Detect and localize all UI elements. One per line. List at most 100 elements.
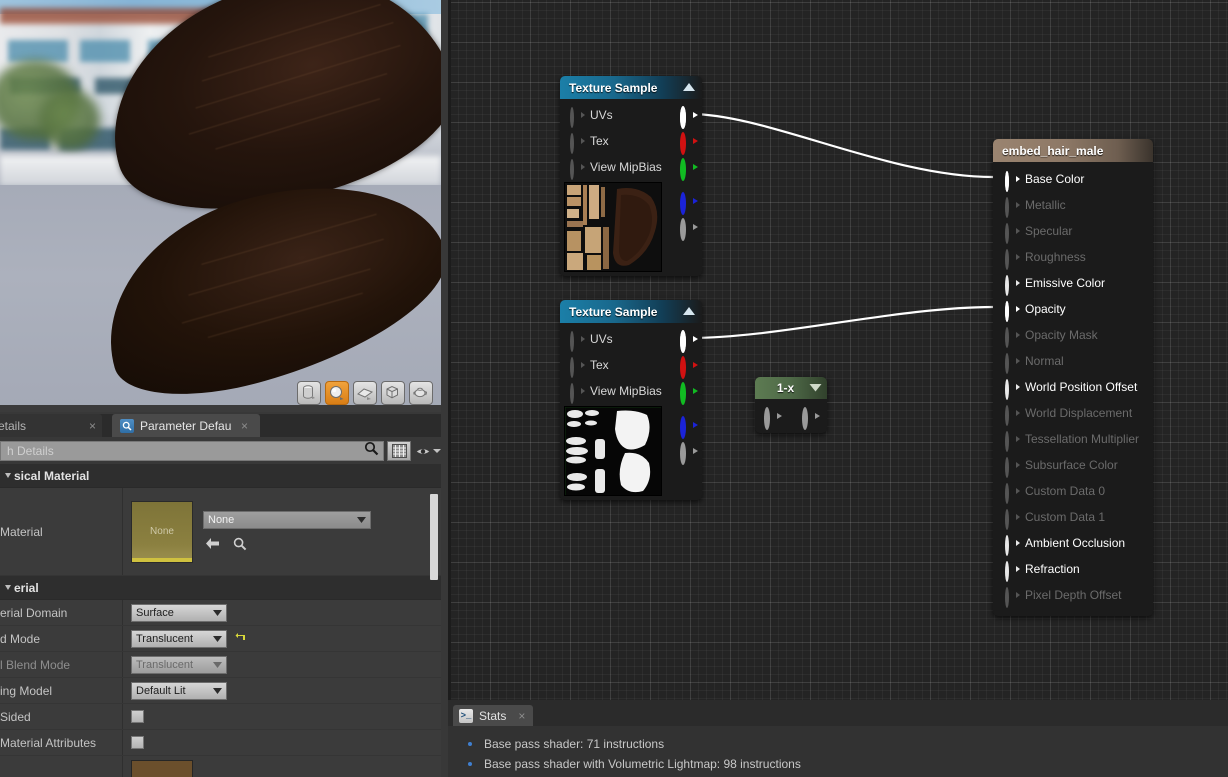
tab-details-close[interactable]: ×: [89, 419, 96, 433]
pin-row-world-position-offset[interactable]: World Position Offset: [993, 374, 1153, 400]
details-scrollbar[interactable]: [430, 494, 438, 580]
cylinder-primitive-button[interactable]: [297, 381, 321, 405]
input-pin-world-position-offset[interactable]: [1005, 379, 1020, 400]
pin-row-ambient-occlusion[interactable]: Ambient Occlusion: [993, 530, 1153, 556]
output-pin-b[interactable]: [680, 192, 698, 215]
material-preview-viewport[interactable]: [0, 0, 441, 412]
output-pin-r[interactable]: [680, 355, 698, 379]
input-pin-opacity-mask[interactable]: [1005, 327, 1020, 348]
pin-row-metallic[interactable]: Metallic: [993, 192, 1153, 218]
input-pin-subsurface-color[interactable]: [1005, 457, 1020, 478]
tab-details[interactable]: etails ×: [0, 414, 102, 437]
asset-picker-combo[interactable]: None: [203, 510, 371, 529]
input-pin-view-mipbias[interactable]: [570, 159, 585, 180]
output-pin-a[interactable]: [680, 442, 698, 465]
tab-parameter-defaults[interactable]: Parameter Defaults ×: [112, 414, 260, 437]
collapse-triangle-icon[interactable]: [682, 305, 696, 319]
browse-icon[interactable]: [231, 535, 249, 553]
tab-parameter-defaults-close[interactable]: ×: [241, 419, 248, 433]
pin-row-opacity[interactable]: Opacity: [993, 296, 1153, 322]
pin-row-subsurface-color[interactable]: Subsurface Color: [993, 452, 1153, 478]
cube-primitive-button[interactable]: [381, 381, 405, 405]
sphere-primitive-button[interactable]: [325, 381, 349, 405]
pin-row-normal[interactable]: Normal: [993, 348, 1153, 374]
pin-row-view-mipbias[interactable]: View MipBias: [560, 378, 702, 405]
pin-row-tex[interactable]: Tex: [560, 352, 702, 379]
input-pin-world-displacement[interactable]: [1005, 405, 1020, 426]
grid-view-icon[interactable]: [387, 441, 411, 461]
pin-row-uvs[interactable]: UVs: [560, 102, 702, 129]
back-arrow-icon[interactable]: [203, 535, 221, 553]
shading-model-combo[interactable]: Default Lit: [131, 681, 227, 700]
input-pin-uvs[interactable]: [570, 331, 585, 352]
output-pin-rgb[interactable]: [680, 105, 698, 129]
output-pin-g[interactable]: [680, 157, 698, 181]
pin-row-specular[interactable]: Specular: [993, 218, 1153, 244]
output-pin-one-minus[interactable]: [802, 407, 820, 430]
pin-row-uvs[interactable]: UVs: [560, 326, 702, 353]
input-pin-base-color[interactable]: [1005, 171, 1020, 192]
input-pin-metallic[interactable]: [1005, 197, 1020, 218]
two-sided-checkbox[interactable]: [131, 710, 144, 723]
pin-row-refraction[interactable]: Refraction: [993, 556, 1153, 582]
color-swatch[interactable]: [131, 760, 193, 777]
blend-mode-combo[interactable]: Translucent: [131, 629, 227, 648]
node-texture-sample-1[interactable]: Texture Sample UVs Tex View MipBias: [560, 76, 702, 276]
output-pin-a[interactable]: [680, 218, 698, 241]
teapot-primitive-button[interactable]: [409, 381, 433, 405]
pin-row-custom-data-1[interactable]: Custom Data 1: [993, 504, 1153, 530]
node-material-output[interactable]: embed_hair_male Base Color Metallic Spec…: [993, 139, 1153, 616]
input-pin-uvs[interactable]: [570, 107, 585, 128]
node-header[interactable]: 1-x: [755, 377, 827, 399]
material-domain-combo[interactable]: Surface: [131, 603, 227, 622]
category-header-material[interactable]: erial: [0, 576, 441, 600]
input-pin-tex[interactable]: [570, 133, 585, 154]
pin-row-tessellation-multiplier[interactable]: Tessellation Multiplier: [993, 426, 1153, 452]
plane-primitive-button[interactable]: [353, 381, 377, 405]
output-pin-g[interactable]: [680, 381, 698, 405]
pin-row-view-mipbias[interactable]: View MipBias: [560, 154, 702, 181]
node-header[interactable]: Texture Sample: [560, 76, 702, 99]
collapse-triangle-icon[interactable]: [809, 381, 822, 395]
use-material-attributes-checkbox[interactable]: [131, 736, 144, 749]
node-header[interactable]: embed_hair_male: [993, 139, 1153, 162]
asset-thumbnail[interactable]: None: [131, 500, 193, 563]
output-pin-rgb[interactable]: [680, 329, 698, 353]
input-pin-emissive-color[interactable]: [1005, 275, 1020, 296]
input-pin-specular[interactable]: [1005, 223, 1020, 244]
tab-stats[interactable]: >_ Stats ×: [453, 705, 534, 726]
input-pin-view-mipbias[interactable]: [570, 383, 585, 404]
left-panel-splitter[interactable]: [441, 0, 448, 777]
input-pin-ambient-occlusion[interactable]: [1005, 535, 1020, 556]
pin-row-emissive-color[interactable]: Emissive Color: [993, 270, 1153, 296]
input-pin-normal[interactable]: [1005, 353, 1020, 374]
input-pin-refraction[interactable]: [1005, 561, 1020, 582]
input-pin-opacity[interactable]: [1005, 301, 1020, 322]
input-pin-custom-data-1[interactable]: [1005, 509, 1020, 530]
collapse-triangle-icon[interactable]: [682, 81, 696, 95]
category-header-physical-material[interactable]: sical Material: [0, 464, 441, 488]
input-pin-one-minus[interactable]: [764, 407, 782, 430]
reset-to-default-icon[interactable]: [235, 630, 246, 648]
preview-primitive-toolbar[interactable]: [297, 381, 433, 405]
eye-icon[interactable]: [415, 441, 441, 461]
pin-row-world-displacement[interactable]: World Displacement: [993, 400, 1153, 426]
input-pin-pixel-depth-offset[interactable]: [1005, 587, 1020, 608]
tab-stats-close[interactable]: ×: [518, 709, 525, 723]
input-pin-roughness[interactable]: [1005, 249, 1020, 270]
pin-row-roughness[interactable]: Roughness: [993, 244, 1153, 270]
pin-row-opacity-mask[interactable]: Opacity Mask: [993, 322, 1153, 348]
pin-row-pixel-depth-offset[interactable]: Pixel Depth Offset: [993, 582, 1153, 608]
output-pin-b[interactable]: [680, 416, 698, 439]
pin-row-base-color[interactable]: Base Color: [993, 166, 1153, 192]
input-pin-custom-data-0[interactable]: [1005, 483, 1020, 504]
input-pin-tex[interactable]: [570, 357, 585, 378]
node-one-minus-x[interactable]: 1-x: [755, 377, 827, 433]
material-graph-canvas[interactable]: Texture Sample UVs Tex View MipBias Text…: [448, 0, 1228, 700]
graph-left-splitter[interactable]: [448, 0, 451, 700]
node-texture-sample-2[interactable]: Texture Sample UVs Tex View MipBias: [560, 300, 702, 500]
pin-row-custom-data-0[interactable]: Custom Data 0: [993, 478, 1153, 504]
input-pin-tessellation-multiplier[interactable]: [1005, 431, 1020, 452]
node-header[interactable]: Texture Sample: [560, 300, 702, 323]
search-input[interactable]: h Details: [0, 441, 384, 461]
